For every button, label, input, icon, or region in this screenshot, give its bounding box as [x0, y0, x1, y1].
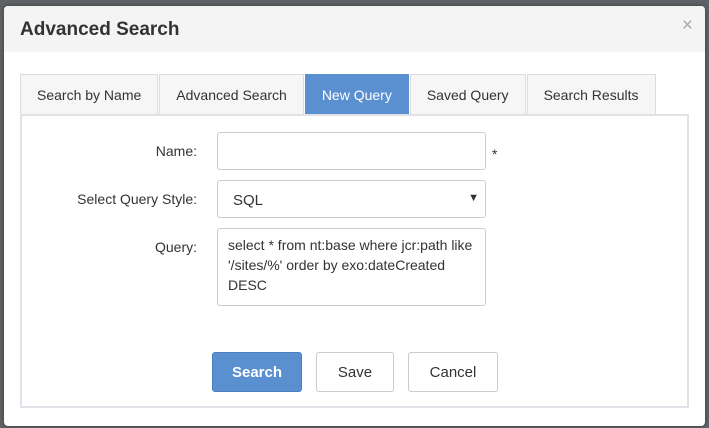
query-textarea[interactable]: select * from nt:base where jcr:path lik…: [217, 228, 486, 306]
query-style-value: SQL: [233, 192, 264, 209]
search-button[interactable]: Search: [212, 352, 302, 392]
advanced-search-dialog: Advanced Search × Search by Name Advance…: [4, 6, 705, 426]
name-label: Name:: [155, 143, 197, 159]
required-marker: *: [492, 146, 498, 162]
cancel-button[interactable]: Cancel: [408, 352, 498, 392]
tab-saved-query[interactable]: Saved Query: [409, 74, 526, 114]
close-icon[interactable]: ×: [682, 15, 693, 37]
query-label: Query:: [154, 239, 197, 255]
dialog-title: Advanced Search: [20, 19, 180, 40]
tab-advanced-search[interactable]: Advanced Search: [159, 74, 304, 114]
chevron-down-icon: ▼: [468, 192, 479, 204]
new-query-panel: Name: * Select Query Style: SQL ▼ Query:…: [20, 114, 689, 408]
query-style-label: Select Query Style:: [77, 191, 197, 207]
tab-new-query[interactable]: New Query: [304, 74, 409, 114]
tab-search-results[interactable]: Search Results: [526, 74, 656, 114]
name-input[interactable]: [217, 132, 486, 170]
save-button[interactable]: Save: [316, 352, 394, 392]
tab-bar: Search by Name Advanced Search New Query…: [20, 74, 657, 114]
tab-search-by-name[interactable]: Search by Name: [20, 74, 159, 114]
query-style-select[interactable]: SQL ▼: [217, 180, 486, 218]
dialog-header: Advanced Search ×: [4, 6, 705, 52]
